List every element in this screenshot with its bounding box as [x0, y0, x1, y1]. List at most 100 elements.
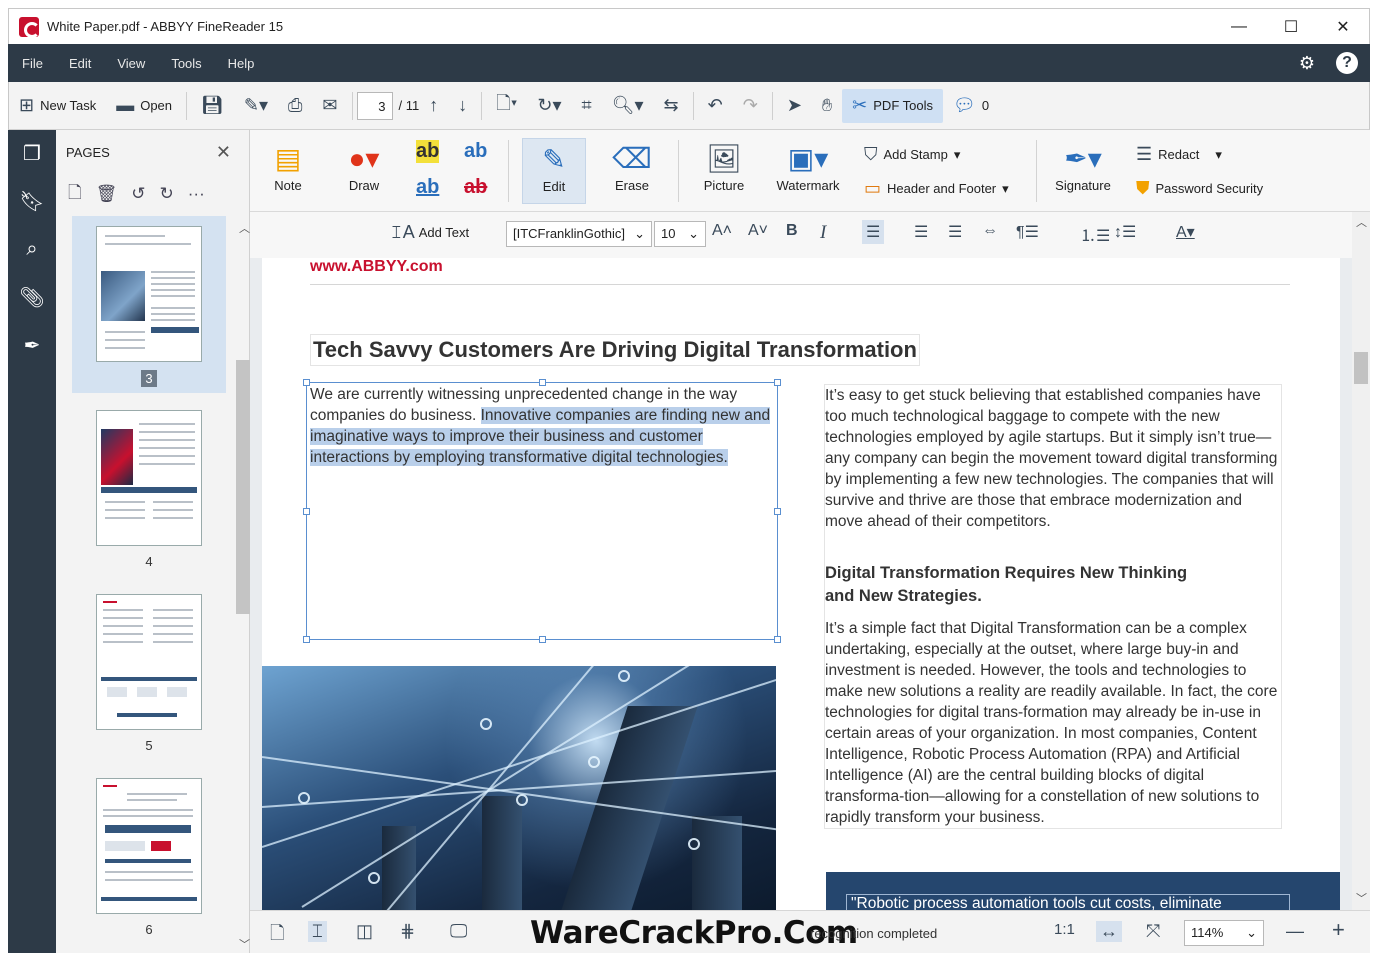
signature-button[interactable]: ✒▾ Signature [1050, 138, 1116, 194]
page-thumbnail-4[interactable]: 4 [72, 410, 226, 575]
left-column-text[interactable]: We are currently witnessing unprecedente… [310, 384, 772, 468]
fit-width-icon[interactable]: ↔ [1096, 921, 1122, 942]
erase-button[interactable]: ⌫ Erase [606, 138, 658, 194]
password-security-button[interactable]: ⛊ Password Security [1136, 178, 1263, 199]
two-page-continuous-icon[interactable]: ⋕ [400, 921, 415, 942]
scroll-up-icon[interactable]: ︿ [1356, 214, 1367, 230]
add-stamp-button[interactable]: ⛉ Add Stamp ▾ [864, 144, 960, 165]
print-button[interactable]: ⎙ [278, 89, 312, 123]
redact-button[interactable]: ☰ Redact ▾ [1136, 144, 1222, 165]
justify-button[interactable]: ⇔ [982, 222, 998, 240]
italic-button[interactable]: I [820, 222, 826, 244]
help-icon[interactable]: ? [1336, 52, 1358, 74]
document-scrollbar[interactable]: ︿ ﹀ [1352, 212, 1370, 910]
document-heading[interactable]: Tech Savvy Customers Are Driving Digital… [310, 334, 920, 366]
save-as-button[interactable]: ✎▾ [234, 89, 278, 123]
picture-button[interactable]: 🖼︎ Picture [696, 138, 752, 194]
menu-help[interactable]: Help [214, 56, 267, 71]
settings-gear-icon[interactable]: ⚙ [1296, 52, 1318, 74]
note-button[interactable]: ▤ Note [266, 138, 310, 194]
scroll-down-icon[interactable]: ﹀ [1356, 890, 1367, 906]
resize-handle[interactable] [774, 508, 781, 515]
edit-button[interactable]: ✎ Edit [522, 138, 586, 204]
new-task-button[interactable]: ⊞ New Task [9, 89, 106, 123]
numbered-list-button[interactable]: ⒈☰ [1080, 222, 1110, 246]
document-view[interactable]: www.ABBYY.com Tech Savvy Customers Are D… [250, 258, 1352, 910]
align-center-button[interactable]: ☰ [914, 222, 928, 242]
page-thumbnail-3[interactable]: 3 [72, 216, 226, 393]
scrollbar-thumb[interactable] [1354, 352, 1368, 384]
menu-file[interactable]: File [8, 56, 55, 71]
add-text-button[interactable]: 𝙸A Add Text [390, 222, 469, 243]
resize-handle[interactable] [303, 636, 310, 643]
email-button[interactable]: ✉ [312, 89, 347, 123]
actual-size-button[interactable]: 1:1 [1054, 921, 1075, 938]
delete-page-icon[interactable]: 🗑︎ [96, 184, 118, 204]
paragraph-direction-button[interactable]: ¶☰ [1016, 222, 1039, 242]
draw-button[interactable]: ●▾ Draw [334, 138, 394, 194]
continuous-view-icon[interactable]: ⌶ [308, 921, 327, 942]
close-panel-icon[interactable]: ✕ [216, 142, 231, 163]
decrease-font-button[interactable]: A˅ [748, 222, 768, 240]
rotate-left-icon[interactable]: ↺ [131, 184, 145, 204]
increase-font-button[interactable]: A˄ [712, 222, 732, 240]
two-page-view-icon[interactable]: ◫ [356, 921, 373, 942]
city-network-image[interactable] [262, 666, 776, 910]
next-page-button[interactable]: ↓ [448, 89, 477, 123]
resize-handle[interactable] [774, 379, 781, 386]
crop-button[interactable]: ⌗ [572, 89, 602, 123]
pages-icon[interactable]: ❐ [17, 138, 47, 168]
scroll-up-icon[interactable]: ︿ [239, 220, 250, 236]
highlight-button[interactable]: ab [416, 140, 440, 163]
menu-edit[interactable]: Edit [55, 56, 103, 71]
minimize-button[interactable]: — [1213, 9, 1265, 44]
zoom-select[interactable]: 114% ⌄ [1184, 920, 1264, 946]
resize-handle[interactable] [539, 636, 546, 643]
add-page-button[interactable]: 🗋▾ [486, 89, 527, 123]
bookmark-icon[interactable]: 🔖︎ [17, 186, 47, 216]
pages-scrollbar[interactable]: ︿ ﹀ [233, 220, 250, 952]
maximize-button[interactable]: ☐ [1265, 9, 1317, 44]
resize-handle[interactable] [303, 379, 310, 386]
line-spacing-button[interactable]: ↕☰ [1114, 222, 1136, 242]
zoom-in-button[interactable]: + [1332, 917, 1345, 943]
menu-tools[interactable]: Tools [157, 56, 213, 71]
add-page-icon[interactable]: 🗋 [68, 180, 82, 209]
watermark-button[interactable]: ▣▾ Watermark [770, 138, 846, 194]
font-family-select[interactable]: [ITCFranklinGothic] ⌄ [506, 221, 652, 247]
select-tool-button[interactable]: ➤ [777, 89, 812, 123]
header-footer-button[interactable]: ▭ Header and Footer ▾ [864, 178, 1009, 199]
rotate-button[interactable]: ↻▾ [527, 89, 571, 123]
compare-button[interactable]: ⇆ [654, 89, 689, 123]
open-button[interactable]: ▬ Open [106, 89, 182, 123]
redo-button[interactable]: ↷ [733, 89, 768, 123]
single-page-view-icon[interactable]: 🗋 [270, 921, 284, 951]
attachment-icon[interactable]: 📎︎ [17, 282, 47, 312]
scrollbar-thumb[interactable] [236, 360, 250, 614]
hand-tool-button[interactable]: ✋︎ [812, 89, 842, 123]
align-right-button[interactable]: ☰ [948, 222, 962, 242]
signature-pen-icon[interactable]: ✒ [17, 330, 47, 360]
more-options-icon[interactable]: ··· [188, 184, 205, 204]
page-number-input[interactable]: 3 [356, 91, 393, 120]
close-button[interactable]: ✕ [1317, 9, 1369, 44]
zoom-out-button[interactable]: — [1286, 921, 1304, 942]
page-thumbnail-5[interactable]: 5 [72, 594, 226, 759]
resize-handle[interactable] [303, 508, 310, 515]
search-icon[interactable]: ⌕ [17, 234, 47, 264]
save-button[interactable]: 💾︎ [191, 89, 234, 123]
font-size-select[interactable]: 10 ⌄ [654, 221, 706, 247]
fit-page-icon[interactable]: ⤧ [1146, 921, 1160, 942]
scroll-down-icon[interactable]: ﹀ [239, 936, 250, 952]
align-left-button[interactable]: ☰ [862, 220, 885, 244]
insert-text-button[interactable]: ab [464, 140, 487, 163]
page-thumbnail-6[interactable]: 6 [72, 778, 226, 943]
strikethrough-button[interactable]: ab [464, 176, 487, 199]
pdf-tools-button[interactable]: ✂ PDF Tools [842, 88, 943, 123]
resize-handle[interactable] [774, 636, 781, 643]
rotate-right-icon[interactable]: ↻ [160, 184, 174, 204]
pull-quote-text[interactable]: "Robotic process automation tools cut co… [846, 894, 1290, 910]
underline-button[interactable]: ab [416, 176, 439, 199]
text-color-button[interactable]: A▾ [1176, 222, 1195, 242]
right-column-text[interactable]: It’s easy to get stuck believing that es… [824, 384, 1282, 829]
